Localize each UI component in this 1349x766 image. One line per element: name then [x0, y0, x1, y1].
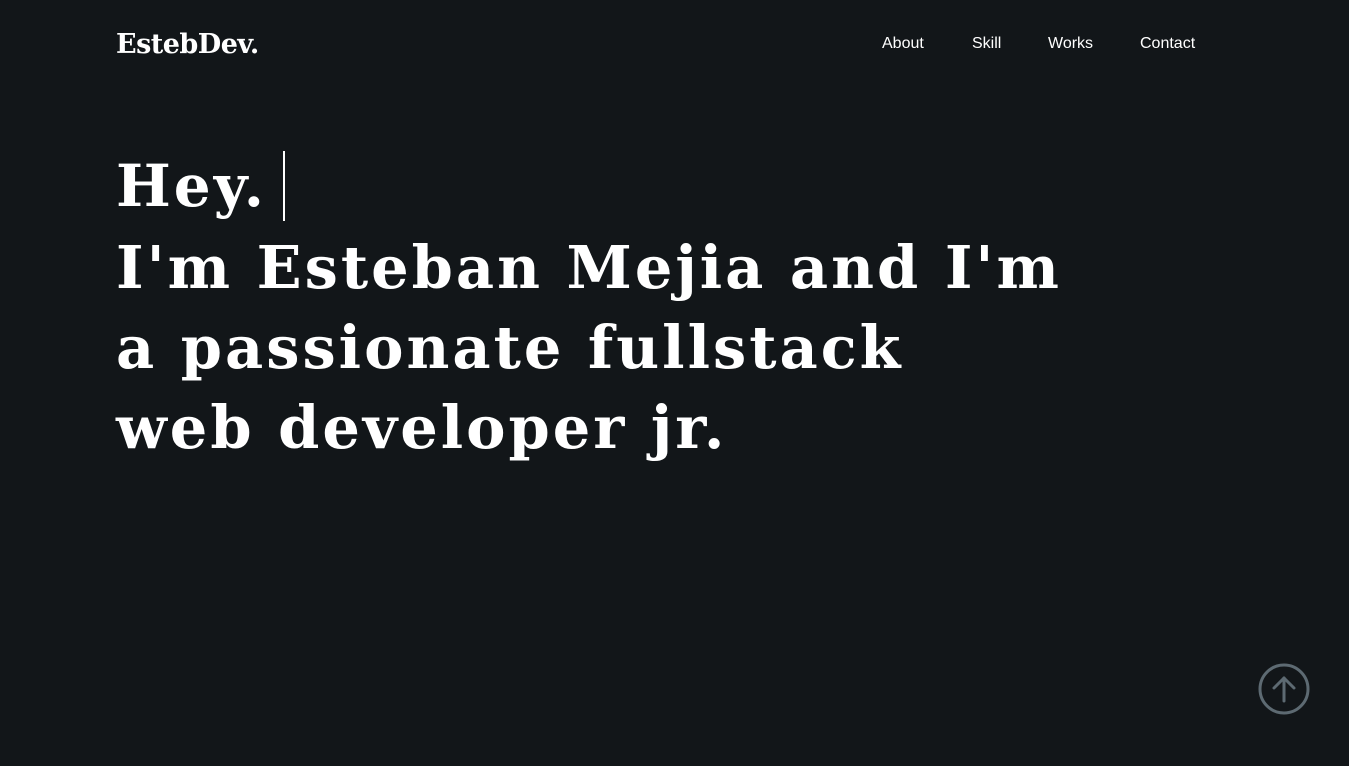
hero-greeting: Hey.: [116, 152, 267, 220]
nav-link-about[interactable]: About: [882, 32, 924, 56]
hero-headline: I'm Esteban Mejia and I'm a passionate f…: [116, 228, 1116, 468]
nav-link-contact[interactable]: Contact: [1140, 32, 1195, 56]
greeting-row: Hey.: [116, 150, 1116, 222]
arrow-up-circle-icon: [1258, 663, 1310, 715]
nav-link-works[interactable]: Works: [1048, 32, 1093, 56]
hero-section: Hey. I'm Esteban Mejia and I'm a passion…: [116, 150, 1116, 468]
main-nav: About Skill Works Contact: [0, 32, 1349, 56]
headline-line-1: I'm Esteban Mejia and I'm: [116, 233, 1062, 302]
headline-line-3: web developer jr.: [116, 393, 728, 462]
scroll-to-top-button[interactable]: [1258, 663, 1310, 715]
typing-cursor: [282, 151, 285, 221]
headline-line-2: a passionate fullstack: [116, 313, 904, 382]
nav-link-skill[interactable]: Skill: [972, 32, 1001, 56]
